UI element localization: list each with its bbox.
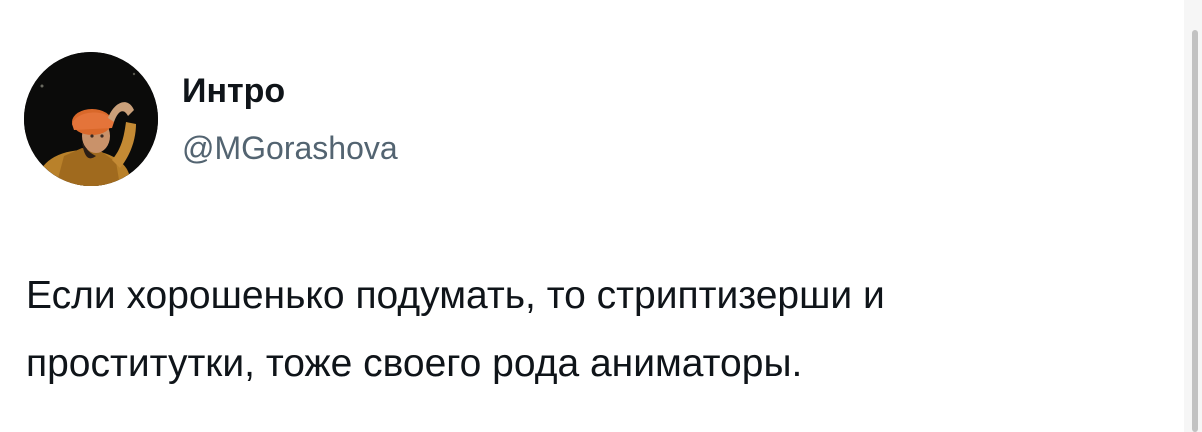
vertical-scrollbar[interactable] bbox=[1184, 0, 1202, 432]
author-handle[interactable]: @MGorashova bbox=[182, 128, 398, 168]
scrollbar-thumb[interactable] bbox=[1192, 30, 1198, 432]
tweet-text: Если хорошенько подумать, то стриптизерш… bbox=[26, 262, 1176, 398]
avatar-photo-icon bbox=[24, 52, 158, 186]
author-avatar[interactable] bbox=[24, 52, 158, 186]
tweet-text-line: проститутки, тоже своего рода аниматоры. bbox=[26, 342, 803, 385]
tweet-text-line: Если хорошенько подумать, то стриптизерш… bbox=[26, 274, 885, 317]
tweet-card[interactable]: Интро @MGorashova Если хорошенько подума… bbox=[0, 0, 1180, 432]
author-display-name[interactable]: Интро bbox=[182, 70, 285, 112]
